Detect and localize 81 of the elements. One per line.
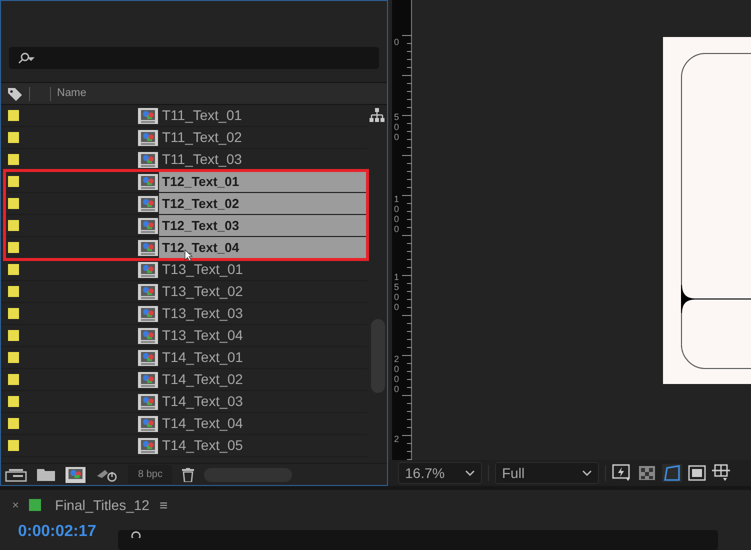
resolution-dropdown[interactable]: Full [495,462,599,484]
item-name[interactable]: T12_Text_01 [159,171,367,192]
item-name[interactable]: T14_Text_01 [159,347,367,368]
folder-icon[interactable] [37,468,55,481]
label-tag-icon [7,86,23,100]
footage-icon [138,372,158,388]
ruler-label: 500 [394,113,400,143]
label-swatch[interactable] [8,242,19,253]
trash-icon[interactable] [182,468,194,482]
footage-icon [138,306,158,322]
item-name[interactable]: T11_Text_02 [159,127,367,148]
ruler-label: 2000 [394,355,400,395]
item-name[interactable]: T14_Text_02 [159,369,367,390]
render-icon[interactable] [96,468,118,482]
label-swatch[interactable] [8,286,19,297]
composition-tab[interactable]: Final_Titles_12 [55,494,150,516]
label-swatch[interactable] [8,440,19,451]
timecode[interactable]: 0:00:02:17 [18,520,96,544]
label-swatch[interactable] [8,220,19,231]
region-icon[interactable] [688,465,706,481]
fast-preview-icon[interactable] [612,464,632,482]
label-swatch[interactable] [8,308,19,319]
item-name[interactable]: T13_Text_03 [159,303,367,324]
search-icon [17,52,35,64]
label-swatch[interactable] [8,154,19,165]
ruler-label: 1500 [394,273,400,313]
footage-icon [138,218,158,234]
item-name[interactable]: T11_Text_03 [159,149,367,170]
caret-icon [465,470,475,476]
zoom-dropdown[interactable]: 16.7% [398,462,482,484]
mask-path-icon[interactable] [662,464,682,482]
item-name[interactable]: T12_Text_02 [159,193,367,214]
ruler-label: 1000 [394,195,400,235]
caret-icon [582,470,592,476]
footage-icon [138,262,158,278]
timeline-search-field[interactable] [118,530,718,550]
new-composition-icon[interactable] [65,466,86,482]
ruler-label: 2 [394,435,400,445]
footage-icon [138,130,158,146]
search-icon [130,530,142,538]
transparency-grid-icon[interactable] [638,465,656,481]
interpret-footage-icon[interactable] [5,468,27,482]
footage-icon [138,350,158,366]
item-name[interactable]: T14_Text_04 [159,413,367,434]
label-swatch[interactable] [8,110,19,121]
panel-menu-button[interactable]: ≡ [159,494,168,516]
item-name[interactable]: T12_Text_04 [159,237,367,258]
footage-icon [138,108,158,124]
column-header[interactable]: Name [57,85,86,102]
label-swatch[interactable] [8,396,19,407]
bit-depth-label[interactable]: 8 bpc [128,465,172,484]
item-name[interactable]: T13_Text_04 [159,325,367,346]
footage-icon [138,152,158,168]
footage-icon [138,174,158,190]
label-swatch[interactable] [8,418,19,429]
item-name[interactable]: T14_Text_05 [159,435,367,456]
footage-icon [138,196,158,212]
footage-icon [138,240,158,256]
close-tab-button[interactable]: × [12,496,20,514]
ruler-label: 0 [394,38,400,48]
label-swatch [29,499,42,511]
footage-icon [138,394,158,410]
footage-icon [138,416,158,432]
footage-icon [138,284,158,300]
label-swatch[interactable] [8,176,19,187]
footage-icon [138,328,158,344]
search-field[interactable] [9,47,379,69]
label-swatch[interactable] [8,330,19,341]
label-swatch[interactable] [8,352,19,363]
label-swatch[interactable] [8,264,19,275]
item-name[interactable]: T13_Text_02 [159,281,367,302]
label-swatch[interactable] [8,374,19,385]
grid-options-icon[interactable] [712,464,730,482]
label-swatch[interactable] [8,198,19,209]
item-name[interactable]: T11_Text_01 [159,105,367,126]
hierarchy-icon[interactable] [369,108,385,122]
label-swatch[interactable] [8,132,19,143]
item-name[interactable]: T13_Text_01 [159,259,367,280]
item-name[interactable]: T12_Text_03 [159,215,367,236]
footage-icon [138,438,158,454]
item-name[interactable]: T14_Text_03 [159,391,367,412]
